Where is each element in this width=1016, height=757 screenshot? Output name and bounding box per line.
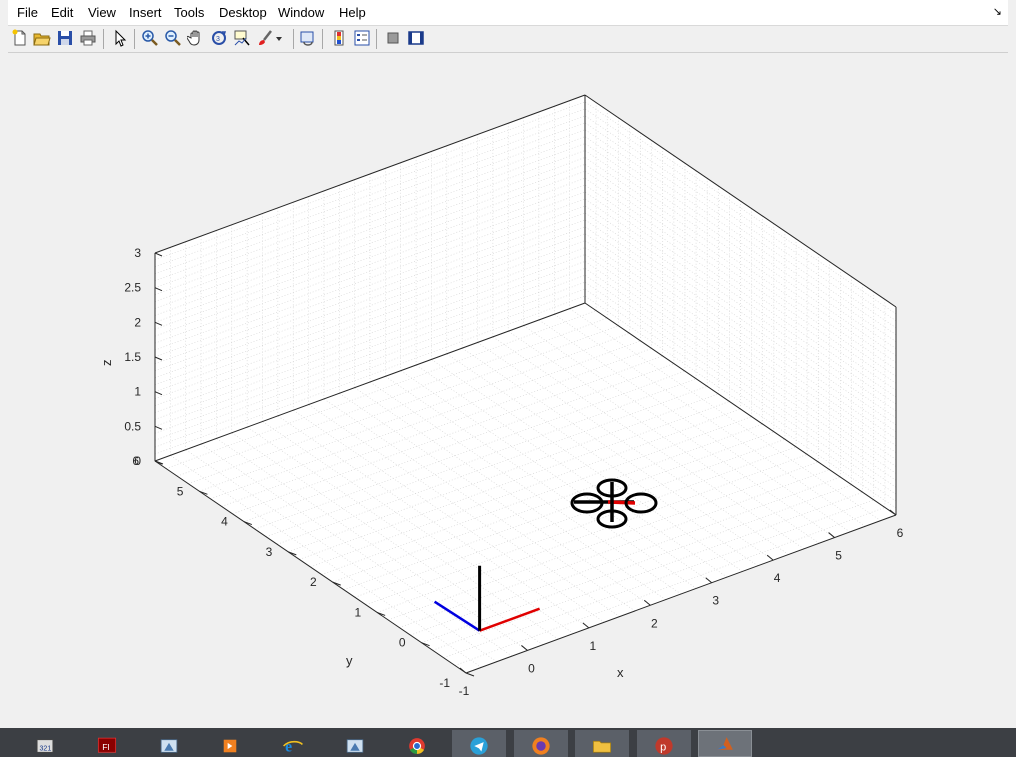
toolbar-separator [376, 29, 377, 49]
z-tick-label: 2.5 [124, 281, 141, 295]
menu-bar: File Edit View Insert Tools Desktop Wind… [8, 0, 1008, 26]
menu-file[interactable]: File [17, 5, 38, 20]
open-file-icon[interactable] [33, 29, 51, 47]
insert-colorbar-icon[interactable] [330, 29, 348, 47]
y-tick-label: 5 [177, 484, 184, 498]
taskbar-button[interactable] [514, 730, 568, 757]
taskbar-button[interactable]: p [637, 730, 691, 757]
y-tick-label: 4 [221, 515, 228, 529]
taskbar-button[interactable] [698, 730, 752, 757]
edit-plot-arrow-icon[interactable] [111, 29, 129, 47]
firefox-icon [532, 737, 550, 755]
taskbar-button[interactable] [203, 730, 257, 757]
chrome-icon [409, 738, 425, 754]
psiphon-icon: p [655, 737, 673, 755]
menu-tools[interactable]: Tools [174, 5, 204, 20]
x-tick-label: 2 [651, 616, 658, 630]
z-tick-label: 1.5 [124, 350, 141, 364]
y-tick-label: 3 [266, 545, 273, 559]
z-tick-label: 3 [134, 246, 141, 260]
x-tick-label: 5 [835, 549, 842, 563]
x-tick-label: 3 [712, 594, 719, 608]
z-tick-label: 1 [134, 385, 141, 399]
svg-text:p: p [660, 742, 666, 754]
show-plot-tools-icon[interactable] [407, 29, 425, 47]
menu-view[interactable]: View [88, 5, 116, 20]
y-tick-label: 2 [310, 575, 317, 589]
new-figure-icon[interactable] [11, 29, 29, 47]
figure-toolbar: 3 [8, 26, 1008, 53]
taskbar-button[interactable]: e [266, 730, 320, 757]
menu-help[interactable]: Help [339, 5, 366, 20]
matlab-app-icon [160, 739, 178, 753]
taskbar-button[interactable] [142, 730, 196, 757]
svg-text:3: 3 [216, 36, 220, 43]
taskbar-button[interactable]: 321 [18, 730, 72, 757]
z-tick-label: 2 [134, 315, 141, 329]
toolbar-separator [103, 29, 104, 49]
menu-desktop[interactable]: Desktop [219, 5, 267, 20]
zoom-out-icon[interactable] [164, 29, 182, 47]
svg-text:321: 321 [40, 746, 52, 753]
taskbar-button[interactable] [390, 730, 444, 757]
save-icon[interactable] [56, 29, 74, 47]
plot-3d-axes[interactable]: 00.511.522.53-10123456-10123456 [8, 53, 1008, 728]
insert-legend-icon[interactable] [353, 29, 371, 47]
figure-canvas[interactable]: 0 0.5 1 1.5 2 2.5 3 -1 0 1 2 3 4 5 6 -1 0 1 2 3 4 5 6 z x y [8, 53, 1008, 728]
x-tick-label: 6 [897, 526, 904, 540]
toolbar-separator [293, 29, 294, 49]
pan-hand-icon[interactable] [187, 29, 205, 47]
y-tick [465, 672, 475, 677]
y-tick-label: 0 [399, 636, 406, 650]
menu-window[interactable]: Window [278, 5, 324, 20]
x-tick-label: 4 [774, 571, 781, 585]
adobe-flash-icon: Fl [97, 737, 117, 753]
data-cursor-icon[interactable] [233, 29, 251, 47]
dock-figure-icon[interactable]: ↘ [993, 5, 1002, 18]
svg-text:Fl: Fl [102, 742, 109, 752]
x-tick-label: 1 [590, 639, 597, 653]
media-player-icon [223, 739, 237, 753]
hide-plot-tools-icon[interactable] [384, 29, 402, 47]
telegram-icon [470, 737, 488, 755]
toolbar-separator [134, 29, 135, 49]
taskbar-button[interactable]: Fl [80, 730, 134, 757]
zoom-in-icon[interactable] [141, 29, 159, 47]
svg-text:e: e [285, 739, 292, 756]
matlab-icon [717, 737, 733, 750]
file-explorer-icon [592, 740, 612, 753]
z-tick-label: 0.5 [124, 419, 141, 433]
menu-edit[interactable]: Edit [51, 5, 73, 20]
menu-insert[interactable]: Insert [129, 5, 162, 20]
taskbar-button[interactable] [575, 730, 629, 757]
media-player-classic-icon: 321 [36, 739, 54, 753]
y-tick-label: 1 [354, 605, 361, 619]
toolbar-separator [322, 29, 323, 49]
windows-taskbar: 321 Fl e p [0, 728, 1016, 757]
brush-dropdown-icon[interactable] [274, 29, 284, 47]
print-icon[interactable] [79, 29, 97, 47]
link-plot-icon[interactable] [299, 29, 317, 47]
rotate-3d-icon[interactable]: 3 [210, 29, 228, 47]
x-tick-label: -1 [459, 684, 470, 698]
window-left-border [0, 0, 8, 728]
brush-icon[interactable] [256, 29, 274, 47]
taskbar-button[interactable] [328, 730, 382, 757]
x-tick-label: 0 [528, 661, 535, 675]
internet-explorer-icon: e [283, 739, 303, 756]
y-tick-label: -1 [439, 676, 450, 690]
matlab-app-icon-2 [346, 739, 364, 753]
taskbar-button[interactable] [452, 730, 506, 757]
y-tick-label: 6 [132, 454, 139, 468]
